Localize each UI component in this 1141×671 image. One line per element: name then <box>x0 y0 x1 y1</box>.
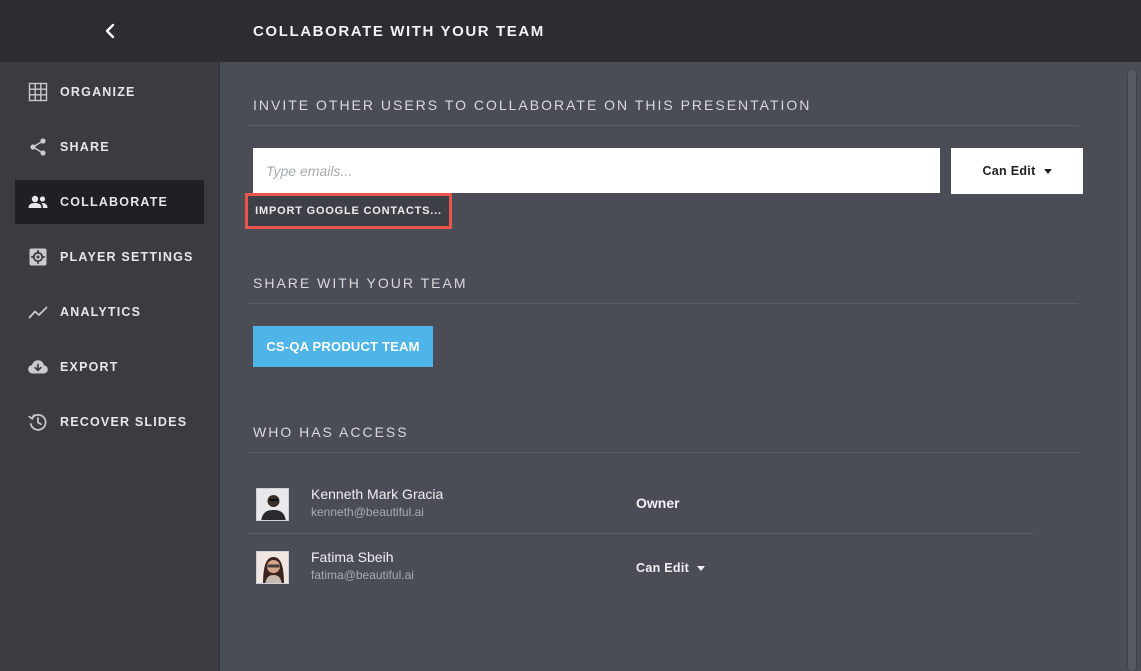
people-icon <box>27 191 49 213</box>
user-email: fatima@beautiful.ai <box>311 568 414 582</box>
grid-icon <box>27 81 49 103</box>
chart-line-icon <box>27 301 49 323</box>
sidebar-item-label: EXPORT <box>60 360 119 374</box>
avatar <box>256 488 289 521</box>
divider <box>248 452 1078 453</box>
sidebar-item-player-settings[interactable]: PLAYER SETTINGS <box>15 235 204 279</box>
role-value: Can Edit <box>636 561 690 575</box>
sidebar-item-label: ORGANIZE <box>60 85 136 99</box>
permission-dropdown[interactable]: Can Edit <box>951 148 1083 194</box>
sidebar-item-share[interactable]: SHARE <box>15 125 204 169</box>
user-name: Fatima Sbeih <box>311 549 394 565</box>
cloud-download-icon <box>27 356 49 378</box>
sidebar: ORGANIZE SHARE COLLABORATE PLAYER SETTIN… <box>0 0 220 671</box>
divider <box>248 125 1078 126</box>
sidebar-item-collaborate[interactable]: COLLABORATE <box>15 180 204 224</box>
team-section-title: SHARE WITH YOUR TEAM <box>253 275 468 291</box>
caret-down-icon <box>697 565 706 571</box>
header: COLLABORATE WITH YOUR TEAM <box>220 0 1141 62</box>
avatar <box>256 551 289 584</box>
divider <box>248 533 1034 534</box>
access-section-title: WHO HAS ACCESS <box>253 424 409 440</box>
sidebar-item-label: COLLABORATE <box>60 195 169 209</box>
email-input[interactable] <box>253 148 940 193</box>
sidebar-item-analytics[interactable]: ANALYTICS <box>15 290 204 334</box>
chevron-left-icon <box>105 23 114 39</box>
share-icon <box>27 136 49 158</box>
access-row: Fatima Sbeih fatima@beautiful.ai Can Edi… <box>253 541 1034 597</box>
user-role: Owner <box>636 495 680 511</box>
sidebar-item-recover-slides[interactable]: RECOVER SLIDES <box>15 400 204 444</box>
sidebar-item-export[interactable]: EXPORT <box>15 345 204 389</box>
sidebar-item-label: SHARE <box>60 140 110 154</box>
permission-value: Can Edit <box>982 164 1036 178</box>
sidebar-top <box>0 0 219 62</box>
user-name: Kenneth Mark Gracia <box>311 486 444 502</box>
gear-icon <box>27 246 49 268</box>
caret-down-icon <box>1043 168 1052 174</box>
divider <box>248 303 1078 304</box>
sidebar-item-label: ANALYTICS <box>60 305 142 319</box>
access-row: Kenneth Mark Gracia kenneth@beautiful.ai… <box>253 478 1034 534</box>
import-button-label: IMPORT GOOGLE CONTACTS... <box>255 205 442 217</box>
back-button[interactable] <box>98 19 122 43</box>
scrollbar-thumb[interactable] <box>1128 70 1136 671</box>
scrollbar[interactable] <box>1127 70 1137 671</box>
team-button-label: CS-QA PRODUCT TEAM <box>266 339 420 354</box>
user-email: kenneth@beautiful.ai <box>311 505 424 519</box>
sidebar-item-organize[interactable]: ORGANIZE <box>15 70 204 114</box>
role-dropdown[interactable]: Can Edit <box>636 561 706 575</box>
sidebar-item-label: RECOVER SLIDES <box>60 415 188 429</box>
sidebar-nav: ORGANIZE SHARE COLLABORATE PLAYER SETTIN… <box>0 70 219 444</box>
sidebar-item-label: PLAYER SETTINGS <box>60 250 194 264</box>
invite-section-title: INVITE OTHER USERS TO COLLABORATE ON THI… <box>253 97 812 113</box>
main-panel: INVITE OTHER USERS TO COLLABORATE ON THI… <box>220 62 1141 671</box>
page-title: COLLABORATE WITH YOUR TEAM <box>253 22 545 40</box>
import-google-contacts-button[interactable]: IMPORT GOOGLE CONTACTS... <box>245 193 452 229</box>
history-icon <box>27 411 49 433</box>
share-team-button[interactable]: CS-QA PRODUCT TEAM <box>253 326 433 367</box>
